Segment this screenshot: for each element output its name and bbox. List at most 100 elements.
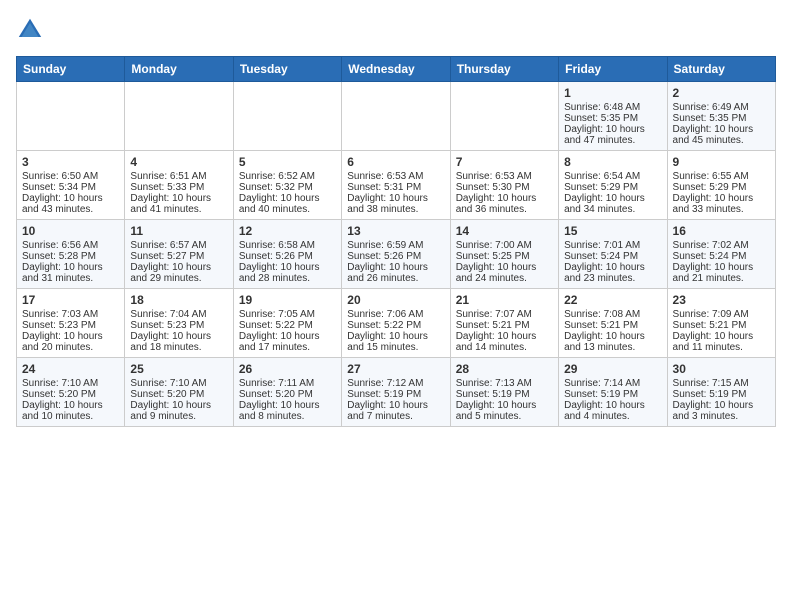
day-info: Sunrise: 7:13 AM: [456, 378, 553, 389]
day-info: Sunrise: 7:09 AM: [673, 309, 770, 320]
calendar-cell: [17, 82, 125, 151]
calendar-week-row: 10Sunrise: 6:56 AMSunset: 5:28 PMDayligh…: [17, 220, 776, 289]
day-number: 7: [456, 155, 553, 169]
day-info: Sunset: 5:31 PM: [347, 182, 444, 193]
calendar-cell: 8Sunrise: 6:54 AMSunset: 5:29 PMDaylight…: [559, 151, 667, 220]
day-info: Daylight: 10 hours: [130, 400, 227, 411]
day-info: Sunrise: 7:05 AM: [239, 309, 336, 320]
calendar-cell: 16Sunrise: 7:02 AMSunset: 5:24 PMDayligh…: [667, 220, 775, 289]
weekday-header: Saturday: [667, 57, 775, 82]
weekday-header: Wednesday: [342, 57, 450, 82]
calendar-cell: 20Sunrise: 7:06 AMSunset: 5:22 PMDayligh…: [342, 289, 450, 358]
calendar-cell: 29Sunrise: 7:14 AMSunset: 5:19 PMDayligh…: [559, 358, 667, 427]
logo-icon: [16, 16, 44, 44]
day-info: Daylight: 10 hours: [673, 400, 770, 411]
day-info: and 24 minutes.: [456, 273, 553, 284]
day-info: and 18 minutes.: [130, 342, 227, 353]
day-info: Sunset: 5:33 PM: [130, 182, 227, 193]
day-info: Sunset: 5:27 PM: [130, 251, 227, 262]
day-number: 11: [130, 224, 227, 238]
day-info: and 20 minutes.: [22, 342, 119, 353]
day-number: 17: [22, 293, 119, 307]
day-number: 27: [347, 362, 444, 376]
day-info: and 10 minutes.: [22, 411, 119, 422]
day-info: Sunset: 5:20 PM: [130, 389, 227, 400]
day-info: Daylight: 10 hours: [456, 400, 553, 411]
calendar-cell: 13Sunrise: 6:59 AMSunset: 5:26 PMDayligh…: [342, 220, 450, 289]
day-info: Sunset: 5:24 PM: [564, 251, 661, 262]
day-info: Daylight: 10 hours: [130, 193, 227, 204]
calendar-cell: [125, 82, 233, 151]
day-info: Sunrise: 7:00 AM: [456, 240, 553, 251]
calendar-cell: 23Sunrise: 7:09 AMSunset: 5:21 PMDayligh…: [667, 289, 775, 358]
day-info: and 26 minutes.: [347, 273, 444, 284]
day-info: and 4 minutes.: [564, 411, 661, 422]
calendar-cell: 12Sunrise: 6:58 AMSunset: 5:26 PMDayligh…: [233, 220, 341, 289]
calendar-cell: 6Sunrise: 6:53 AMSunset: 5:31 PMDaylight…: [342, 151, 450, 220]
day-number: 10: [22, 224, 119, 238]
day-info: and 33 minutes.: [673, 204, 770, 215]
day-number: 13: [347, 224, 444, 238]
calendar-week-row: 24Sunrise: 7:10 AMSunset: 5:20 PMDayligh…: [17, 358, 776, 427]
day-info: Sunrise: 6:56 AM: [22, 240, 119, 251]
day-info: Daylight: 10 hours: [239, 262, 336, 273]
day-info: and 34 minutes.: [564, 204, 661, 215]
day-info: Sunrise: 6:53 AM: [347, 171, 444, 182]
day-info: Daylight: 10 hours: [564, 124, 661, 135]
day-info: Sunrise: 7:08 AM: [564, 309, 661, 320]
day-info: Daylight: 10 hours: [456, 193, 553, 204]
day-info: Daylight: 10 hours: [456, 262, 553, 273]
day-info: Daylight: 10 hours: [347, 193, 444, 204]
day-info: Sunset: 5:21 PM: [564, 320, 661, 331]
day-info: Daylight: 10 hours: [130, 331, 227, 342]
day-info: Daylight: 10 hours: [564, 193, 661, 204]
day-info: Sunset: 5:19 PM: [673, 389, 770, 400]
day-info: Sunset: 5:24 PM: [673, 251, 770, 262]
day-info: and 31 minutes.: [22, 273, 119, 284]
day-info: Sunset: 5:22 PM: [239, 320, 336, 331]
day-number: 19: [239, 293, 336, 307]
day-info: and 14 minutes.: [456, 342, 553, 353]
day-info: Sunset: 5:34 PM: [22, 182, 119, 193]
day-info: Daylight: 10 hours: [239, 400, 336, 411]
day-number: 14: [456, 224, 553, 238]
day-info: Sunset: 5:29 PM: [564, 182, 661, 193]
day-info: Sunset: 5:21 PM: [673, 320, 770, 331]
calendar-cell: 24Sunrise: 7:10 AMSunset: 5:20 PMDayligh…: [17, 358, 125, 427]
day-info: Sunrise: 6:51 AM: [130, 171, 227, 182]
day-info: and 29 minutes.: [130, 273, 227, 284]
day-info: and 28 minutes.: [239, 273, 336, 284]
day-info: and 9 minutes.: [130, 411, 227, 422]
day-info: Sunrise: 7:14 AM: [564, 378, 661, 389]
day-info: and 13 minutes.: [564, 342, 661, 353]
day-number: 16: [673, 224, 770, 238]
day-info: and 43 minutes.: [22, 204, 119, 215]
day-number: 1: [564, 86, 661, 100]
day-info: Sunrise: 7:02 AM: [673, 240, 770, 251]
day-info: Daylight: 10 hours: [673, 331, 770, 342]
day-info: Sunrise: 6:53 AM: [456, 171, 553, 182]
day-info: Sunrise: 7:10 AM: [22, 378, 119, 389]
calendar-cell: 14Sunrise: 7:00 AMSunset: 5:25 PMDayligh…: [450, 220, 558, 289]
calendar-week-row: 1Sunrise: 6:48 AMSunset: 5:35 PMDaylight…: [17, 82, 776, 151]
calendar-cell: [342, 82, 450, 151]
day-info: Sunset: 5:32 PM: [239, 182, 336, 193]
calendar-cell: 21Sunrise: 7:07 AMSunset: 5:21 PMDayligh…: [450, 289, 558, 358]
day-info: and 38 minutes.: [347, 204, 444, 215]
day-info: and 41 minutes.: [130, 204, 227, 215]
day-number: 4: [130, 155, 227, 169]
calendar-cell: 5Sunrise: 6:52 AMSunset: 5:32 PMDaylight…: [233, 151, 341, 220]
day-info: Sunrise: 6:54 AM: [564, 171, 661, 182]
day-info: Daylight: 10 hours: [22, 193, 119, 204]
day-info: Sunrise: 6:50 AM: [22, 171, 119, 182]
day-info: and 21 minutes.: [673, 273, 770, 284]
day-info: Sunset: 5:26 PM: [239, 251, 336, 262]
day-info: Sunrise: 7:01 AM: [564, 240, 661, 251]
calendar-cell: 22Sunrise: 7:08 AMSunset: 5:21 PMDayligh…: [559, 289, 667, 358]
day-info: Daylight: 10 hours: [22, 331, 119, 342]
calendar-cell: 26Sunrise: 7:11 AMSunset: 5:20 PMDayligh…: [233, 358, 341, 427]
day-info: Daylight: 10 hours: [22, 400, 119, 411]
day-info: Sunset: 5:23 PM: [22, 320, 119, 331]
day-info: Sunrise: 7:07 AM: [456, 309, 553, 320]
day-number: 26: [239, 362, 336, 376]
